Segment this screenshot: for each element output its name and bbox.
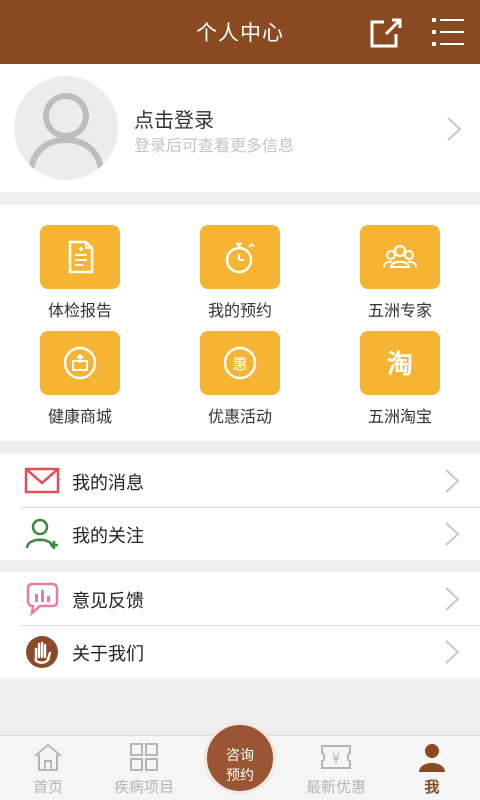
svg-text:惠: 惠	[232, 355, 247, 373]
grid-item-report[interactable]: 体检报告	[0, 205, 160, 320]
chevron-right-icon	[445, 640, 460, 664]
list-item-label: 关于我们	[72, 644, 144, 665]
feedback-icon	[26, 582, 59, 616]
grid-icon	[130, 743, 158, 771]
user-avatar-icon	[14, 76, 118, 180]
coupon-icon: ¥	[321, 745, 351, 769]
tab-home[interactable]: 首页	[0, 736, 96, 800]
consult-label: 咨询	[226, 748, 254, 764]
mail-icon	[24, 467, 60, 494]
chevron-right-icon	[445, 522, 460, 546]
tab-diseases[interactable]: 疾病项目	[96, 736, 192, 800]
feature-grid: 体检报告 我的预约 五洲专家 健康商城 惠 优惠活动 淘 五洲淘宝	[0, 205, 480, 441]
list-item-label: 我的关注	[72, 526, 144, 547]
grid-item-appointment[interactable]: 我的预约	[160, 205, 320, 320]
page-title: 个人中心	[196, 21, 284, 45]
grid-label: 五洲淘宝	[367, 407, 432, 426]
list-item-label: 意见反馈	[72, 591, 144, 612]
tab-me[interactable]: 我	[384, 736, 480, 800]
list-item-about[interactable]: 关于我们	[0, 625, 480, 678]
hand-icon	[26, 636, 58, 668]
grid-item-mall[interactable]: 健康商城	[0, 311, 160, 426]
menu-icon[interactable]	[428, 12, 468, 52]
chevron-right-icon	[447, 117, 462, 141]
login-title[interactable]: 点击登录	[134, 104, 214, 133]
home-icon	[34, 743, 62, 771]
login-card[interactable]: 点击登录 登录后可查看更多信息	[0, 64, 480, 192]
chevron-right-icon	[445, 469, 460, 493]
list-item-feedback[interactable]: 意见反馈	[0, 572, 480, 625]
svg-text:¥: ¥	[332, 752, 340, 767]
chevron-right-icon	[445, 587, 460, 611]
tab-label: 首页	[32, 778, 63, 796]
login-subtitle: 登录后可查看更多信息	[134, 136, 295, 155]
tab-offers[interactable]: ¥ 最新优惠	[288, 736, 384, 800]
appointment-label: 预约	[226, 768, 254, 784]
report-icon	[40, 225, 120, 289]
list-section-2: 意见反馈 关于我们	[0, 572, 480, 678]
person-icon	[419, 744, 445, 772]
add-user-icon	[25, 518, 58, 549]
list-item-label: 我的消息	[72, 473, 144, 494]
grid-item-discount[interactable]: 惠 优惠活动	[160, 311, 320, 426]
grid-label: 优惠活动	[207, 407, 272, 426]
tab-label: 我	[424, 778, 440, 796]
mall-icon	[40, 331, 120, 395]
tab-label: 最新优惠	[305, 778, 366, 796]
list-item-follows[interactable]: 我的关注	[0, 507, 480, 560]
grid-label: 健康商城	[47, 407, 112, 426]
tab-label: 疾病项目	[113, 778, 174, 796]
taobao-icon: 淘	[360, 331, 440, 395]
experts-icon	[360, 225, 440, 289]
stopwatch-icon	[200, 225, 280, 289]
list-item-messages[interactable]: 我的消息	[0, 454, 480, 507]
grid-item-taobao[interactable]: 淘 五洲淘宝	[320, 311, 480, 426]
svg-text:淘: 淘	[387, 350, 413, 380]
share-icon[interactable]	[366, 12, 406, 52]
header-bar: 个人中心	[0, 0, 480, 64]
grid-item-experts[interactable]: 五洲专家	[320, 205, 480, 320]
consult-appointment-button[interactable]: 咨询 预约	[204, 722, 276, 794]
list-section-1: 我的消息 我的关注	[0, 454, 480, 560]
discount-icon: 惠	[200, 331, 280, 395]
